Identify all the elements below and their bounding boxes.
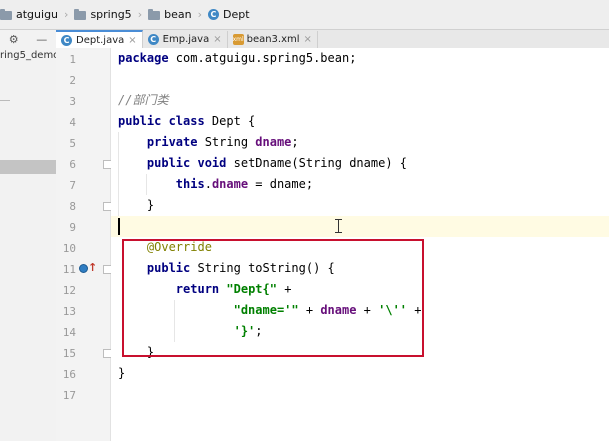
close-icon[interactable]: × [128, 35, 136, 46]
java-class-icon: C [61, 34, 72, 46]
breadcrumb-label: bean [164, 8, 192, 21]
line-number: 8 [69, 200, 76, 213]
tab-bean3-xml[interactable]: xml bean3.xml × [228, 31, 318, 48]
project-panel: ⚙ — ring5_demo1 [0, 30, 57, 441]
collapse-icon[interactable]: — [36, 33, 47, 46]
code-token: dname [255, 135, 292, 149]
line-number: 4 [69, 116, 76, 129]
line-number: 10 [62, 242, 76, 255]
breadcrumb-separator: › [64, 8, 69, 21]
xml-file-icon: xml [232, 34, 244, 45]
code-line: public class Dept { [118, 111, 255, 132]
line-number: 16 [62, 368, 76, 381]
tab-label: Dept.java [76, 34, 125, 46]
breadcrumb-item-spring5[interactable]: spring5 [71, 4, 134, 26]
line-number: 13 [62, 305, 76, 318]
code-token: = dname; [248, 177, 314, 191]
tree-row-selected[interactable] [0, 160, 56, 174]
text-caret [118, 218, 120, 235]
code-token: public void [146, 156, 227, 170]
breadcrumb-label: atguigu [16, 8, 59, 21]
line-number: 9 [69, 221, 76, 234]
project-toolbar: ⚙ — [0, 30, 56, 48]
folder-icon [74, 9, 87, 20]
code-line: package com.atguigu.spring5.bean; [118, 48, 356, 69]
tab-dept-java[interactable]: C Dept.java × [56, 30, 143, 48]
breadcrumb-separator: › [137, 8, 143, 21]
code-token: . [204, 177, 212, 191]
breadcrumb-item-bean[interactable]: bean [145, 4, 194, 26]
code-token: setDname(String dname) { [226, 156, 408, 170]
code-token: } [146, 198, 155, 212]
highlight-annotation-box [122, 239, 424, 357]
line-number: 11 [62, 263, 76, 276]
code-line: this.dname = dname; [118, 174, 313, 195]
text-cursor-icon [334, 219, 343, 233]
code-token: String [197, 135, 256, 149]
code-token: package [118, 51, 169, 65]
editor-gutter[interactable]: 1 2 3 4 5 6 7 8 9 10 11 12 13 14 15 16 1… [56, 48, 112, 441]
code-token: private [146, 135, 198, 149]
line-number: 17 [62, 389, 76, 402]
code-line: } [118, 363, 125, 384]
gear-icon[interactable]: ⚙ [9, 33, 19, 46]
tree-indicator [0, 100, 10, 101]
code-token: ; [291, 135, 299, 149]
folder-icon [148, 9, 161, 20]
tab-label: Emp.java [162, 34, 210, 45]
code-token: Dept { [204, 114, 256, 128]
line-number: 1 [69, 53, 76, 66]
line-number: 15 [62, 347, 76, 360]
code-line: public void setDname(String dname) { [118, 153, 407, 174]
editor-tab-bar: C Dept.java × C Emp.java × xml bean3.xml… [56, 30, 609, 49]
project-root-item[interactable]: ring5_demo1 [0, 48, 56, 64]
code-token: public class [118, 114, 205, 128]
tab-label: bean3.xml [246, 34, 300, 45]
java-class-icon: C [207, 9, 219, 20]
close-icon[interactable]: × [304, 34, 312, 45]
code-token: dname [211, 177, 249, 191]
code-line: } [118, 195, 154, 216]
line-number: 7 [69, 179, 76, 192]
close-icon[interactable]: × [213, 34, 221, 45]
code-comment: //部门类 [118, 93, 169, 107]
code-line: //部门类 [118, 90, 168, 111]
up-arrow-icon: ↑ [88, 261, 98, 274]
tree-row[interactable] [0, 94, 56, 108]
code-token: } [118, 366, 126, 380]
breadcrumb-label: spring5 [90, 8, 132, 21]
line-number: 3 [69, 95, 76, 108]
breadcrumb-item-atguigu[interactable]: atguigu [0, 4, 61, 26]
breadcrumb-item-dept[interactable]: C Dept [205, 4, 253, 26]
line-number: 12 [62, 284, 76, 297]
code-token: com.atguigu.spring5.bean; [168, 51, 357, 65]
line-number: 6 [69, 158, 76, 171]
code-token: this [175, 177, 205, 191]
breadcrumb-separator: › [197, 8, 202, 21]
current-line-highlight [111, 216, 609, 237]
line-number: 14 [62, 326, 76, 339]
override-method-icon[interactable] [79, 264, 88, 273]
navigation-breadcrumb: atguigu › spring5 › bean › C Dept [0, 0, 609, 30]
tab-emp-java[interactable]: C Emp.java × [143, 31, 228, 48]
breadcrumb-label: Dept [222, 8, 250, 21]
line-number: 2 [69, 74, 76, 87]
code-line: private String dname; [118, 132, 299, 153]
java-class-icon: C [147, 34, 159, 45]
folder-icon [0, 9, 12, 20]
line-number: 5 [69, 137, 76, 150]
